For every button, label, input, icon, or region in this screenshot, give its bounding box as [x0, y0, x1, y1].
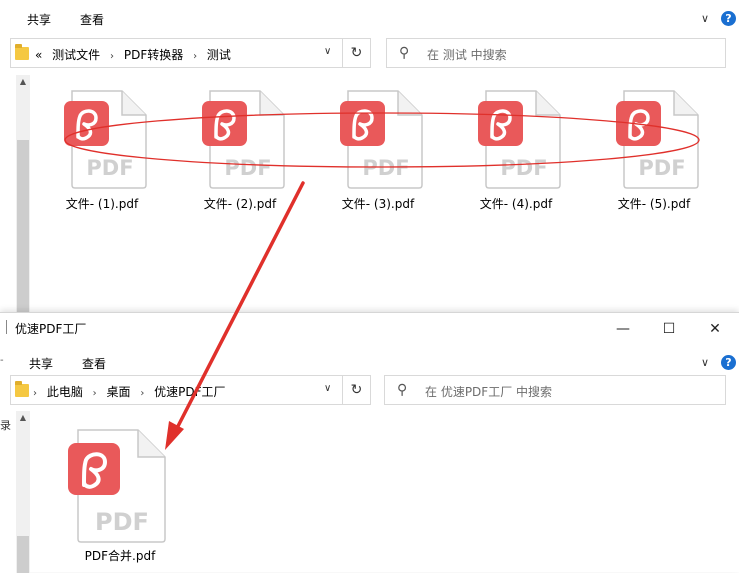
scrollbar-thumb[interactable] — [17, 536, 29, 573]
scroll-up-icon[interactable]: ▲ — [16, 77, 30, 86]
pdf-file-icon: PDF — [202, 90, 285, 189]
breadcrumb: « 测试文件 › PDF转换器 › 测试 — [35, 46, 237, 63]
pdf-label: PDF — [224, 156, 271, 180]
chevron-right-icon[interactable]: › — [140, 388, 144, 399]
address-dropdown-icon[interactable]: ∨ — [324, 46, 331, 57]
ribbon-left-edge: - — [0, 355, 4, 366]
scroll-up-icon[interactable]: ▲ — [16, 413, 30, 422]
scrollbar-thumb[interactable] — [17, 140, 29, 312]
nav-pane-text: 录 — [0, 419, 11, 432]
file-name: 文件- (4).pdf — [479, 197, 553, 211]
file-name: 文件- (2).pdf — [203, 197, 277, 211]
pdf-file-icon: PDF — [340, 90, 423, 189]
search-icon: ⚲ — [399, 45, 410, 61]
breadcrumb-item-pdf-converter[interactable]: PDF转换器 — [124, 48, 183, 62]
pdf-file-icon: PDF — [478, 90, 561, 189]
breadcrumb-item-desktop[interactable]: 桌面 — [107, 385, 131, 399]
pdf-label: PDF — [638, 156, 685, 180]
title-bar[interactable]: 优速PDF工厂 — ☐ ✕ — [0, 313, 739, 343]
help-icon[interactable]: ? — [721, 11, 736, 26]
minimize-button[interactable]: — — [613, 321, 633, 337]
tab-share[interactable]: 共享 — [27, 11, 51, 28]
file-item[interactable]: PDF 文件- (3).pdf — [323, 88, 433, 218]
folder-icon — [15, 381, 29, 397]
address-bar[interactable]: « 测试文件 › PDF转换器 › 测试 ∨ — [10, 38, 343, 68]
file-item[interactable]: PDF 文件- (4).pdf — [461, 88, 571, 218]
file-name: PDF合并.pdf — [84, 549, 156, 563]
close-button[interactable]: ✕ — [705, 321, 725, 337]
address-bar[interactable]: › 此电脑 › 桌面 › 优速PDF工厂 ∨ — [10, 375, 343, 405]
breadcrumb-item-test[interactable]: 测试 — [207, 48, 231, 62]
nav-scrollbar[interactable]: ▲ — [16, 411, 30, 573]
pdf-file-icon: PDF — [616, 90, 699, 189]
pdf-label: PDF — [362, 156, 409, 180]
chevron-right-icon[interactable]: › — [33, 388, 37, 399]
chevron-right-icon[interactable]: › — [93, 388, 97, 399]
search-icon: ⚲ — [397, 382, 408, 398]
explorer-window-test: 共享 查看 ∨ ? « 测试文件 › PDF转换器 › 测试 ∨ ↻ ⚲ 在 测… — [0, 0, 739, 312]
tab-share[interactable]: 共享 — [29, 355, 53, 372]
breadcrumb-item-test-files[interactable]: 测试文件 — [52, 48, 100, 62]
file-item[interactable]: PDF 文件- (1).pdf — [47, 88, 157, 218]
nav-pane-edge: ▲ — [0, 75, 30, 312]
breadcrumb-overflow[interactable]: « — [35, 48, 42, 62]
search-input[interactable]: ⚲ 在 测试 中搜索 — [386, 38, 726, 68]
tab-view[interactable]: 查看 — [82, 355, 106, 372]
chevron-down-icon[interactable]: ∨ — [698, 356, 712, 370]
refresh-icon[interactable]: ↻ — [343, 375, 371, 405]
chevron-right-icon[interactable]: › — [110, 51, 114, 62]
file-name: 文件- (5).pdf — [617, 197, 691, 211]
title-bar-divider — [6, 320, 7, 334]
search-input[interactable]: ⚲ 在 优速PDF工厂 中搜索 — [384, 375, 726, 405]
search-placeholder: 在 测试 中搜索 — [427, 48, 507, 62]
search-placeholder: 在 优速PDF工厂 中搜索 — [425, 385, 553, 399]
file-item[interactable]: PDF PDF合并.pdf — [65, 427, 175, 567]
tab-view[interactable]: 查看 — [80, 11, 104, 28]
pdf-label: PDF — [95, 508, 149, 536]
breadcrumb-item-pdf-factory[interactable]: 优速PDF工厂 — [154, 385, 225, 399]
nav-pane-edge: 录 ▲ — [0, 411, 30, 573]
chevron-down-icon[interactable]: ∨ — [698, 12, 712, 26]
pdf-file-icon: PDF — [64, 90, 147, 189]
explorer-window-pdf-factory: 优速PDF工厂 — ☐ ✕ - 共享 查看 ∨ ? › 此电脑 › 桌面 › 优… — [0, 312, 739, 573]
file-item[interactable]: PDF 文件- (5).pdf — [599, 88, 709, 218]
nav-scrollbar[interactable]: ▲ — [16, 75, 30, 312]
maximize-button[interactable]: ☐ — [659, 321, 679, 337]
refresh-icon[interactable]: ↻ — [343, 38, 371, 68]
file-item[interactable]: PDF 文件- (2).pdf — [185, 88, 295, 218]
ribbon-bar: 共享 查看 ∨ ? — [0, 0, 739, 36]
file-name: 文件- (3).pdf — [341, 197, 415, 211]
folder-icon — [15, 44, 29, 60]
pdf-label: PDF — [500, 156, 547, 180]
file-name: 文件- (1).pdf — [65, 197, 139, 211]
breadcrumb-item-this-pc[interactable]: 此电脑 — [47, 385, 83, 399]
pdf-label: PDF — [86, 156, 133, 180]
window-title: 优速PDF工厂 — [15, 322, 87, 336]
pdf-file-icon: PDF — [68, 429, 166, 543]
chevron-right-icon[interactable]: › — [193, 51, 197, 62]
breadcrumb: › 此电脑 › 桌面 › 优速PDF工厂 — [33, 383, 232, 400]
address-dropdown-icon[interactable]: ∨ — [324, 383, 331, 394]
help-icon[interactable]: ? — [721, 355, 736, 370]
